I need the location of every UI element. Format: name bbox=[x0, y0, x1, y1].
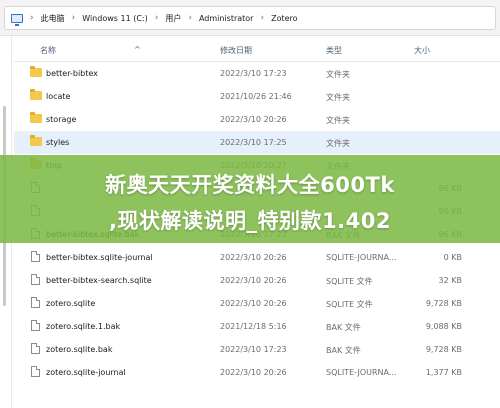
modified-date: 2021/10/26 21:46 bbox=[220, 92, 292, 101]
breadcrumb-zotero[interactable]: Zotero bbox=[271, 14, 297, 23]
column-header: ^ 名称 修改日期 类型 大小 bbox=[14, 36, 500, 62]
modified-date: 2022/3/10 20:26 bbox=[220, 253, 287, 262]
file-row[interactable]: zotero.sqlite.1.bak 2021/12/18 5:16 BAK 文件… bbox=[14, 315, 500, 338]
chevron-right-icon: › bbox=[71, 13, 76, 23]
file-name: better-bibtex.sqlite-journal bbox=[46, 253, 153, 262]
breadcrumb-this-pc[interactable]: 此电脑 bbox=[41, 13, 65, 24]
file-size: 0 KB bbox=[443, 253, 462, 262]
file-size: 9,728 KB bbox=[425, 299, 462, 308]
file-size: 9,088 KB bbox=[425, 322, 462, 331]
folder-row[interactable]: storage 2022/3/10 20:26 文件夹 bbox=[14, 108, 500, 131]
column-type[interactable]: 类型 bbox=[326, 45, 342, 56]
column-name[interactable]: 名称 bbox=[40, 45, 56, 56]
watermark-banner: 新奥天天开奖资料大全600Tk ,现状解读说明_特别款1.402 bbox=[0, 155, 500, 243]
file-row[interactable]: zotero.sqlite-journal 2022/3/10 20:26 SQLI… bbox=[14, 361, 500, 384]
file-name: better-bibtex bbox=[46, 69, 98, 78]
modified-date: 2022/3/10 17:25 bbox=[220, 138, 287, 147]
column-size[interactable]: 大小 bbox=[414, 45, 430, 56]
file-row[interactable]: zotero.sqlite 2022/3/10 20:26 SQLITE 文件 9,7… bbox=[14, 292, 500, 315]
file-type: BAK 文件 bbox=[326, 346, 361, 355]
file-type: 文件夹 bbox=[326, 93, 350, 102]
file-row[interactable]: zotero.sqlite.bak 2022/3/10 17:23 BAK 文件 9,… bbox=[14, 338, 500, 361]
folder-row[interactable]: better-bibtex 2022/3/10 17:23 文件夹 bbox=[14, 62, 500, 85]
file-size: 1,377 KB bbox=[425, 368, 462, 377]
file-size: 32 KB bbox=[438, 276, 462, 285]
chevron-right-icon: › bbox=[30, 13, 34, 23]
file-type: SQLITE 文件 bbox=[326, 277, 373, 286]
file-type: SQLITE-JOURNA... bbox=[326, 253, 397, 262]
this-pc-icon bbox=[11, 13, 23, 26]
modified-date: 2022/3/10 20:26 bbox=[220, 299, 287, 308]
chevron-right-icon: › bbox=[260, 13, 265, 23]
watermark-line-2: ,现状解读说明_特别款1.402 bbox=[109, 209, 391, 233]
modified-date: 2022/3/10 17:23 bbox=[220, 69, 287, 78]
file-name: better-bibtex-search.sqlite bbox=[46, 276, 152, 285]
column-date-modified[interactable]: 修改日期 bbox=[220, 45, 252, 56]
file-type: SQLITE 文件 bbox=[326, 300, 373, 309]
file-name: zotero.sqlite.1.bak bbox=[46, 322, 121, 331]
modified-date: 2022/3/10 20:26 bbox=[220, 115, 287, 124]
folder-row[interactable]: locate 2021/10/26 21:46 文件夹 bbox=[14, 85, 500, 108]
modified-date: 2022/3/10 20:26 bbox=[220, 368, 287, 377]
modified-date: 2022/3/10 20:26 bbox=[220, 276, 287, 285]
breadcrumb-drive[interactable]: Windows 11 (C:) bbox=[82, 14, 148, 23]
file-name: styles bbox=[46, 138, 70, 147]
sort-ascending-icon: ^ bbox=[134, 45, 141, 54]
chevron-right-icon: › bbox=[154, 13, 159, 23]
address-bar-area: › 此电脑 › Windows 11 (C:) › 用户 › Administr… bbox=[0, 0, 500, 36]
file-type: 文件夹 bbox=[326, 139, 350, 148]
file-type: 文件夹 bbox=[326, 116, 350, 125]
file-size: 9,728 KB bbox=[425, 345, 462, 354]
file-name: zotero.sqlite-journal bbox=[46, 368, 126, 377]
file-name: storage bbox=[46, 115, 77, 124]
file-type: BAK 文件 bbox=[326, 323, 361, 332]
modified-date: 2021/12/18 5:16 bbox=[220, 322, 287, 331]
file-row[interactable]: better-bibtex-search.sqlite 2022/3/10 20:… bbox=[14, 269, 500, 292]
modified-date: 2022/3/10 17:23 bbox=[220, 345, 287, 354]
file-name: zotero.sqlite.bak bbox=[46, 345, 113, 354]
file-type: 文件夹 bbox=[326, 70, 350, 79]
address-bar[interactable]: › 此电脑 › Windows 11 (C:) › 用户 › Administr… bbox=[4, 6, 496, 30]
breadcrumb-users[interactable]: 用户 bbox=[165, 13, 181, 24]
watermark-line-1: 新奥天天开奖资料大全600Tk bbox=[105, 173, 395, 197]
file-row[interactable]: better-bibtex.sqlite-journal 2022/3/10 20… bbox=[14, 246, 500, 269]
file-name: locate bbox=[46, 92, 71, 101]
folder-row[interactable]: styles 2022/3/10 17:25 文件夹 bbox=[14, 131, 500, 154]
file-name: zotero.sqlite bbox=[46, 299, 96, 308]
chevron-right-icon: › bbox=[188, 13, 192, 23]
file-type: SQLITE-JOURNA... bbox=[326, 368, 397, 377]
breadcrumb-administrator[interactable]: Administrator bbox=[199, 14, 254, 23]
